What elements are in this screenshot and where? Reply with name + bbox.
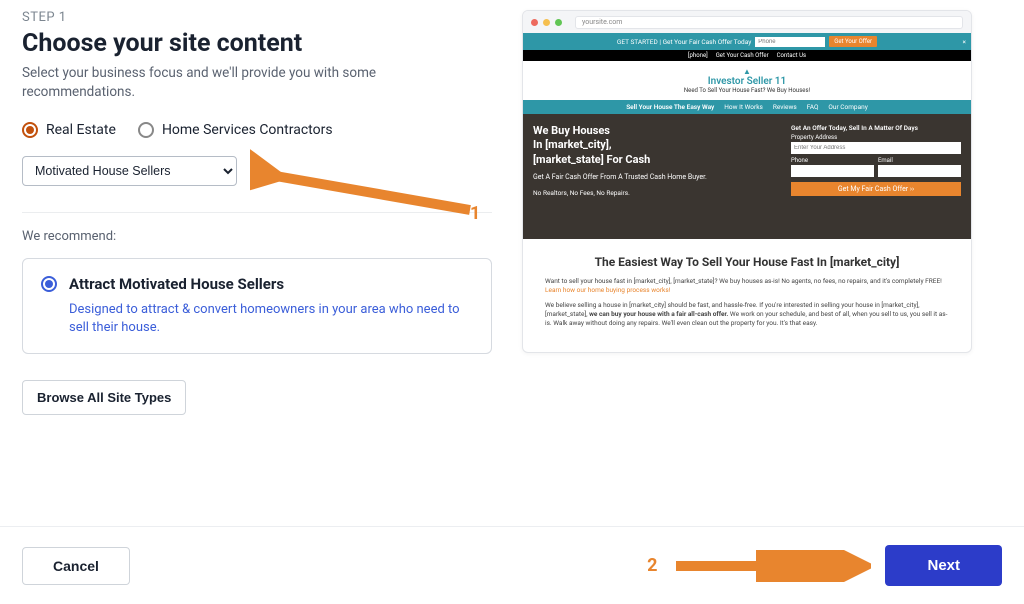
preview-nav: Sell Your House The Easy Way How It Work… xyxy=(523,100,971,114)
recommend-label: We recommend: xyxy=(22,229,492,244)
bird-icon: ▲ xyxy=(523,67,971,76)
addr-label: Property Address xyxy=(791,134,961,141)
footer-bar: Cancel 2 Next xyxy=(0,526,1024,604)
phone-label: Phone xyxy=(791,157,874,164)
url-bar: yoursite.com xyxy=(575,16,963,29)
hero-headline: We Buy HousesIn [market_city],[market_st… xyxy=(533,124,707,167)
offer-text: GET STARTED | Get Your Fair Cash Offer T… xyxy=(617,38,751,46)
radio-contractors[interactable]: Home Services Contractors xyxy=(138,122,333,138)
preview-offer-bar: GET STARTED | Get Your Fair Cash Offer T… xyxy=(523,33,971,50)
radio-real-estate[interactable]: Real Estate xyxy=(22,122,116,138)
radio-label: Real Estate xyxy=(46,122,116,138)
content-p2: We believe selling a house in [market_ci… xyxy=(545,301,949,328)
page-title: Choose your site content xyxy=(22,29,492,58)
radio-label: Home Services Contractors xyxy=(162,122,333,138)
logo-name: Investor Seller 11 xyxy=(523,76,971,87)
radio-icon xyxy=(22,122,38,138)
radio-icon xyxy=(41,276,57,292)
step-label: STEP 1 xyxy=(22,10,492,25)
nav-item: How It Works xyxy=(724,103,763,111)
form-panel: STEP 1 Choose your site content Select y… xyxy=(22,10,492,415)
nav-item: Our Company xyxy=(828,103,867,111)
recommendation-card[interactable]: Attract Motivated House Sellers Designed… xyxy=(22,258,492,354)
recommendation-title: Attract Motivated House Sellers xyxy=(69,275,284,293)
hero-cta: Get My Fair Cash Offer ›› xyxy=(791,182,961,196)
browser-chrome: yoursite.com xyxy=(523,11,971,33)
page-subtitle: Select your business focus and we'll pro… xyxy=(22,64,442,102)
addr-input xyxy=(791,142,961,154)
link-contact: Contact Us xyxy=(777,52,806,59)
next-button[interactable]: Next xyxy=(885,545,1002,586)
browse-all-site-types-button[interactable]: Browse All Site Types xyxy=(22,380,186,415)
radio-icon xyxy=(138,122,154,138)
email-input xyxy=(878,165,961,177)
audience-dropdown[interactable]: Motivated House Sellers xyxy=(22,156,237,186)
nav-item: FAQ xyxy=(807,103,819,111)
logo-tagline: Need To Sell Your House Fast? We Buy Hou… xyxy=(523,87,971,94)
traffic-light-max-icon xyxy=(555,19,562,26)
traffic-light-close-icon xyxy=(531,19,538,26)
browser-mock: yoursite.com GET STARTED | Get Your Fair… xyxy=(522,10,972,353)
phone-input xyxy=(791,165,874,177)
email-label: Email xyxy=(878,157,961,164)
hero-norepairs: No Realtors, No Fees, No Repairs. xyxy=(533,189,707,197)
nav-item: Reviews xyxy=(773,103,797,111)
focus-radio-group: Real Estate Home Services Contractors xyxy=(22,122,492,138)
content-link: Learn how our home buying process works! xyxy=(545,286,670,294)
recommendation-desc: Designed to attract & convert homeowners… xyxy=(69,301,473,337)
preview-page: GET STARTED | Get Your Fair Cash Offer T… xyxy=(523,33,971,352)
link-cash-offer: Get Your Cash Offer xyxy=(716,52,769,59)
annotation-label-2: 2 xyxy=(647,555,657,576)
traffic-light-min-icon xyxy=(543,19,550,26)
phone-text: [phone] xyxy=(688,52,708,59)
preview-hero: We Buy HousesIn [market_city],[market_st… xyxy=(523,114,971,239)
close-icon: × xyxy=(963,38,966,46)
hero-sub: Get A Fair Cash Offer From A Trusted Cas… xyxy=(533,173,707,181)
divider xyxy=(22,212,492,213)
cancel-button[interactable]: Cancel xyxy=(22,547,130,585)
site-preview: yoursite.com GET STARTED | Get Your Fair… xyxy=(522,10,1002,415)
form-title: Get An Offer Today, Sell In A Matter Of … xyxy=(791,124,961,132)
preview-logo: ▲ Investor Seller 11 Need To Sell Your H… xyxy=(523,61,971,100)
nav-item: Sell Your House The Easy Way xyxy=(626,103,714,111)
preview-black-bar: [phone] Get Your Cash Offer Contact Us xyxy=(523,50,971,61)
offer-button: Get Your Offer xyxy=(829,36,877,47)
preview-content: The Easiest Way To Sell Your House Fast … xyxy=(523,239,971,352)
offer-phone-input xyxy=(755,37,825,47)
annotation-arrow-2-icon xyxy=(671,550,871,582)
content-heading: The Easiest Way To Sell Your House Fast … xyxy=(545,255,949,269)
content-p1: Want to sell your house fast in [market_… xyxy=(545,277,949,295)
hero-form: Get An Offer Today, Sell In A Matter Of … xyxy=(791,124,961,229)
